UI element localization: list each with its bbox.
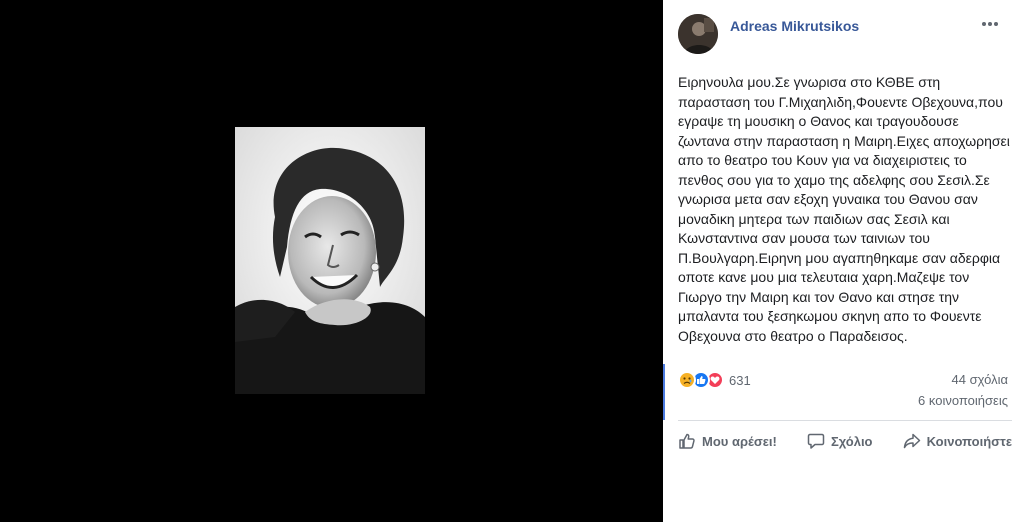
avatar[interactable] <box>678 14 718 54</box>
share-label: Κοινοποιήστε <box>926 433 1012 449</box>
more-options-icon[interactable] <box>978 16 1002 32</box>
author-name[interactable]: Adreas Mikrutsikos <box>730 18 859 34</box>
post-header: Adreas Mikrutsikos <box>678 14 1018 56</box>
shares-count-link[interactable]: 6 κοινοποιήσεις <box>918 393 1008 408</box>
comments-count-link[interactable]: 44 σχόλια <box>952 372 1008 387</box>
like-button[interactable]: Μου αρέσει! <box>678 432 777 450</box>
comment-label: Σχόλιο <box>830 433 873 449</box>
post-photo[interactable] <box>235 127 425 394</box>
post-text: Ειρηνουλα μου.Σε γνωρισα στο ΚΘΒΕ στη πα… <box>678 74 1010 344</box>
comment-button[interactable]: Σχόλιο <box>807 432 873 450</box>
share-arrow-icon <box>903 432 921 450</box>
like-label: Μου αρέσει! <box>702 433 777 449</box>
comment-icon <box>807 432 825 450</box>
photo-viewer[interactable] <box>0 0 663 522</box>
sad-reaction-icon <box>678 371 696 389</box>
post-sidebar: Adreas Mikrutsikos Ειρηνουλα μου.Σε γνωρ… <box>663 0 1024 522</box>
focus-indicator <box>663 364 665 420</box>
post-actions: Μου αρέσει! Σχόλιο Κοινοποιήστε <box>678 426 1012 456</box>
reactions-summary[interactable]: 631 <box>678 370 751 390</box>
thumbs-up-icon <box>678 432 696 450</box>
reaction-count[interactable]: 631 <box>729 373 751 388</box>
divider <box>678 420 1012 421</box>
share-button[interactable]: Κοινοποιήστε <box>903 432 1012 450</box>
